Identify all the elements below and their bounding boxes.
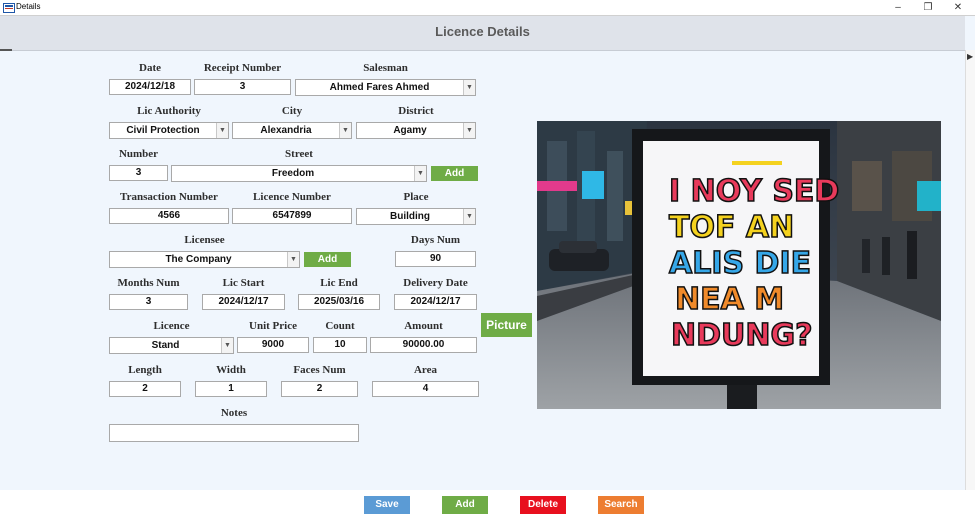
chevron-down-icon[interactable]: ▼ [414,166,426,181]
licence-number-field[interactable]: 6547899 [232,208,352,224]
faces-num-label: Faces Num [293,364,346,376]
date-field[interactable]: 2024/12/18 [109,79,191,95]
width-label: Width [216,364,246,376]
city-select[interactable]: Alexandria ▼ [232,122,352,139]
licence-select[interactable]: Stand ▼ [109,337,234,354]
count-field[interactable]: 10 [313,337,367,353]
picture-button[interactable]: Picture [481,313,532,337]
minimize-button[interactable]: – [883,0,913,15]
days-num-label: Days Num [410,234,461,246]
street-select[interactable]: Freedom ▼ [171,165,427,182]
number-field[interactable]: 3 [109,165,168,181]
poster-line-1: I NOY SED [669,174,839,209]
date-label: Date [139,62,161,74]
transaction-number-field[interactable]: 4566 [109,208,229,224]
chevron-down-icon[interactable]: ▼ [463,80,475,95]
save-button[interactable]: Save [364,496,410,514]
app-icon [3,3,15,13]
number-label: Number [118,148,159,160]
add-record-button[interactable]: Add [442,496,488,514]
notes-field[interactable] [109,424,359,442]
city-label: City [281,105,303,117]
delete-button[interactable]: Delete [520,496,566,514]
licensee-select[interactable]: The Company ▼ [109,251,300,268]
district-label: District [398,105,434,117]
street-label: Street [285,148,313,160]
amount-field[interactable]: 90000.00 [370,337,477,353]
chevron-down-icon[interactable]: ▼ [463,209,475,224]
licensee-label: Licensee [184,234,225,246]
record-selector-mark [0,49,12,51]
unit-price-field[interactable]: 9000 [237,337,309,353]
district-select[interactable]: Agamy ▼ [356,122,476,139]
notes-label: Notes [220,407,248,419]
poster-line-4: NEA M [675,282,784,317]
area-field[interactable]: 4 [372,381,479,397]
amount-label: Amount [404,320,443,332]
licensee-value: The Company [165,254,232,265]
chevron-down-icon[interactable]: ▼ [221,338,233,353]
page-title: Licence Details [435,24,530,39]
salesman-value: Ahmed Fares Ahmed [329,82,430,93]
chevron-down-icon[interactable]: ▼ [216,123,228,138]
window-title: Details [16,2,41,11]
receipt-number-label: Receipt Number [203,62,282,74]
licence-value: Stand [151,340,180,351]
district-value: Agamy [393,125,427,136]
salesman-select[interactable]: Ahmed Fares Ahmed ▼ [295,79,476,96]
delivery-date-label: Delivery Date [403,277,468,289]
lic-end-field[interactable]: 2025/03/16 [298,294,380,310]
faces-num-field[interactable]: 2 [281,381,358,397]
arrow-right-icon[interactable]: ▶ [967,52,973,61]
width-field[interactable]: 1 [195,381,267,397]
street-value: Freedom [271,168,315,179]
restore-button[interactable]: ❐ [913,0,943,15]
months-num-label: Months Num [117,277,180,289]
city-value: Alexandria [260,125,312,136]
add-licensee-button[interactable]: Add [304,252,351,267]
lic-start-field[interactable]: 2024/12/17 [202,294,285,310]
place-value: Building [390,211,430,222]
salesman-label: Salesman [363,62,408,74]
licence-picture: I NOY SED TOF AN ALIS DIE NEA M NDUNG? [537,121,941,409]
area-label: Area [413,364,437,376]
vertical-scrollbar[interactable]: ▶ [965,50,975,490]
months-num-field[interactable]: 3 [109,294,188,310]
length-label: Length [128,364,162,376]
lic-end-label: Lic End [320,277,358,289]
count-label: Count [325,320,355,332]
poster-line-2: TOF AN [669,210,794,245]
street-billboard-image: I NOY SED TOF AN ALIS DIE NEA M NDUNG? [537,121,941,409]
poster-line-3: ALIS DIE [669,246,811,281]
chevron-down-icon[interactable]: ▼ [463,123,475,138]
transaction-number-label: Transaction Number [120,191,218,203]
lic-authority-label: Lic Authority [137,105,201,117]
delivery-date-field[interactable]: 2024/12/17 [394,294,477,310]
lic-authority-select[interactable]: Civil Protection ▼ [109,122,229,139]
length-field[interactable]: 2 [109,381,181,397]
licence-number-label: Licence Number [253,191,331,203]
form-header: Licence Details [0,16,965,51]
chevron-down-icon[interactable]: ▼ [287,252,299,267]
unit-price-label: Unit Price [249,320,297,332]
chevron-down-icon[interactable]: ▼ [339,123,351,138]
lic-start-label: Lic Start [222,277,265,289]
receipt-number-field[interactable]: 3 [194,79,291,95]
poster-line-5: NDUNG? [671,318,813,353]
place-select[interactable]: Building ▼ [356,208,476,225]
place-label: Place [403,191,429,203]
search-button[interactable]: Search [598,496,644,514]
add-street-button[interactable]: Add [431,166,478,181]
window-titlebar: Details – ❐ ✕ [0,0,975,16]
close-button[interactable]: ✕ [943,0,973,15]
days-num-field[interactable]: 90 [395,251,476,267]
licence-label: Licence [153,320,190,332]
lic-authority-value: Civil Protection [126,125,200,136]
